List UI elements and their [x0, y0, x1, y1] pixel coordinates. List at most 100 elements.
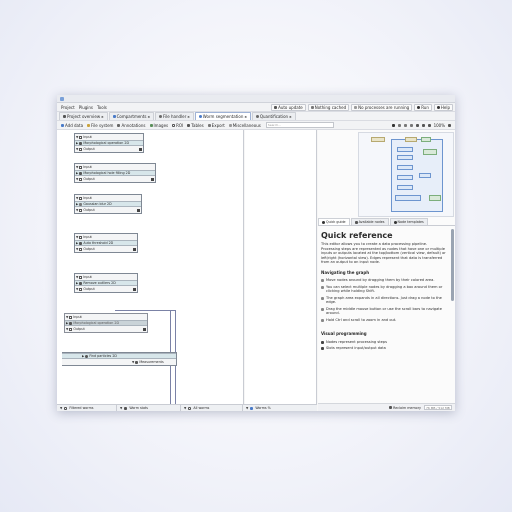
- export-label: Export: [211, 122, 225, 128]
- roi-menu[interactable]: ROI: [170, 122, 185, 129]
- graph-node-selected[interactable]: ▼ Input ▶ Morphological operation 2D ▼ Outp…: [64, 313, 148, 333]
- annotations-menu[interactable]: Annotations: [115, 122, 147, 129]
- add-data-menu[interactable]: Add data: [59, 122, 85, 129]
- node-input-label: Input: [83, 165, 92, 169]
- menu-plugins[interactable]: Plugins: [77, 104, 95, 111]
- node-menu-icon[interactable]: [133, 287, 136, 291]
- menu-project[interactable]: Project: [59, 104, 77, 111]
- tables-label: Tables: [191, 122, 204, 128]
- graph-node[interactable]: ▼ Input ▶ Gaussian blur 2D ▼ Output: [74, 194, 142, 214]
- list-item-text: The graph area expands in all directions…: [326, 295, 442, 305]
- auto-update-button[interactable]: Auto update: [271, 103, 306, 111]
- zoom-in-icon[interactable]: [448, 123, 451, 127]
- input-slot-icon[interactable]: [79, 135, 83, 139]
- tab-label: Available nodes: [358, 220, 385, 224]
- slot-label: Worm stats: [129, 406, 148, 410]
- export-image-icon[interactable]: [421, 123, 425, 127]
- grid-icon[interactable]: [415, 123, 419, 127]
- close-icon[interactable]: ✖: [289, 115, 292, 119]
- tables-menu[interactable]: Tables: [185, 122, 205, 129]
- output-slot-icon[interactable]: [79, 247, 83, 251]
- database-icon: [310, 105, 314, 109]
- folder-icon: [87, 123, 91, 127]
- tab-quick-guide[interactable]: Quick guide: [318, 218, 350, 225]
- help-button[interactable]: Help: [433, 103, 453, 111]
- node-title: Gaussian blur 2D: [83, 202, 112, 206]
- miscellaneous-menu[interactable]: Miscellaneous: [227, 122, 263, 129]
- input-slot-icon[interactable]: [79, 275, 83, 279]
- memory-usage: 76 MB / 512 MB: [424, 405, 452, 410]
- graph-node[interactable]: ▼ Input ▶ Morphological hole filling 2D ▼ O…: [74, 163, 156, 183]
- node-menu-icon[interactable]: [143, 327, 146, 331]
- output-slot-icon[interactable]: [79, 147, 83, 151]
- tab-quantification[interactable]: Quantification ✖: [251, 112, 296, 120]
- tab-worm-segmentation[interactable]: Worm segmentation ✖: [194, 112, 251, 120]
- all-worms-slot[interactable]: ▼ All worms: [181, 404, 243, 411]
- reclaim-memory-button[interactable]: Reclaim memory: [389, 406, 421, 410]
- graph-canvas[interactable]: ▼ Input ▶ Morphological operation 2D ▼ Outp…: [57, 130, 244, 411]
- output-slot-icon[interactable]: [79, 208, 83, 212]
- slot-icon: [64, 406, 68, 410]
- node-output-label: Output: [83, 147, 95, 151]
- tab-available-nodes[interactable]: Available nodes: [350, 218, 389, 225]
- node-search-input[interactable]: Search...: [265, 122, 334, 128]
- doc-scrollbar[interactable]: [451, 229, 454, 301]
- memory-icon: [389, 406, 393, 409]
- graph-node[interactable]: ▶ Find particles 2D ▼ Measurements: [62, 352, 177, 366]
- output-slot-icon[interactable]: [79, 177, 83, 181]
- tab-label: File handler: [163, 114, 187, 119]
- list-icon: [354, 105, 358, 109]
- tab-node-templates[interactable]: Node templates: [389, 218, 428, 225]
- tab-project-overview[interactable]: Project overview ✖: [59, 112, 108, 120]
- graph-node[interactable]: ▼ Input ▶ Morphological operation 2D ▼ Outp…: [74, 133, 144, 153]
- process-status[interactable]: No processes are running: [351, 103, 413, 111]
- graph-node[interactable]: ▼ Input ▶ Auto threshold 2D ▼ Output: [74, 233, 138, 253]
- node-input-label: Input: [83, 135, 92, 139]
- tab-file-handler[interactable]: File handler ✖: [155, 112, 194, 120]
- output-slot-icon[interactable]: [69, 327, 73, 331]
- run-button[interactable]: Run: [414, 103, 432, 111]
- compartment-icon: [198, 115, 202, 118]
- doc-intro: This editor allows you to create a data …: [321, 242, 446, 264]
- close-icon[interactable]: ✖: [244, 115, 247, 119]
- node-menu-icon[interactable]: [139, 147, 142, 151]
- layout-icon[interactable]: [397, 123, 401, 127]
- file-system-menu[interactable]: File system: [85, 122, 115, 129]
- graph-bottom-bar: ▼ Filtered worms ▼ Worm stats ▼ All worms ▼…: [57, 404, 317, 411]
- worms-percent-slot[interactable]: ▼ Worms %: [243, 405, 317, 412]
- back-icon[interactable]: [391, 123, 395, 127]
- zoom-level[interactable]: 100%: [434, 123, 445, 128]
- list-item-text: Nodes represent processing steps: [326, 339, 387, 344]
- close-icon[interactable]: ✖: [187, 115, 190, 119]
- node-title: Morphological hole filling 2D: [83, 171, 131, 175]
- graph-canvas-secondary[interactable]: [245, 130, 317, 411]
- title-bar: [57, 95, 455, 103]
- export-menu[interactable]: Export: [206, 122, 227, 129]
- close-icon[interactable]: ✖: [148, 115, 151, 119]
- redo-icon[interactable]: [409, 123, 413, 127]
- node-menu-icon[interactable]: [151, 177, 154, 181]
- input-slot-icon[interactable]: [69, 315, 73, 319]
- filtered-worms-slot[interactable]: ▼ Filtered worms: [57, 404, 117, 411]
- close-icon[interactable]: ✖: [101, 115, 104, 119]
- menu-tools[interactable]: Tools: [95, 104, 109, 111]
- tab-compartments[interactable]: Compartments ✖: [108, 112, 155, 120]
- node-icon: [321, 340, 324, 344]
- add-data-icon: [61, 123, 64, 127]
- graph-minimap[interactable]: [358, 132, 454, 217]
- input-slot-icon[interactable]: [79, 235, 83, 239]
- graph-node[interactable]: ▼ Input ▶ Remove outliers 2D ▼ Output: [74, 273, 138, 293]
- node-menu-icon[interactable]: [133, 247, 136, 251]
- cache-button[interactable]: Nothing cached: [307, 103, 350, 111]
- input-slot-icon[interactable]: [79, 165, 83, 169]
- undo-icon[interactable]: [403, 123, 407, 127]
- minimap-node: [397, 155, 413, 160]
- zoom-out-icon[interactable]: [427, 123, 431, 127]
- file-system-label: File system: [91, 122, 114, 128]
- node-menu-icon[interactable]: [137, 208, 140, 212]
- images-menu[interactable]: Images: [148, 122, 171, 129]
- output-slot-icon[interactable]: [79, 287, 83, 291]
- input-slot-icon[interactable]: [79, 196, 83, 200]
- worm-stats-slot[interactable]: ▼ Worm stats: [117, 404, 181, 411]
- tab-label: Project overview: [67, 114, 101, 119]
